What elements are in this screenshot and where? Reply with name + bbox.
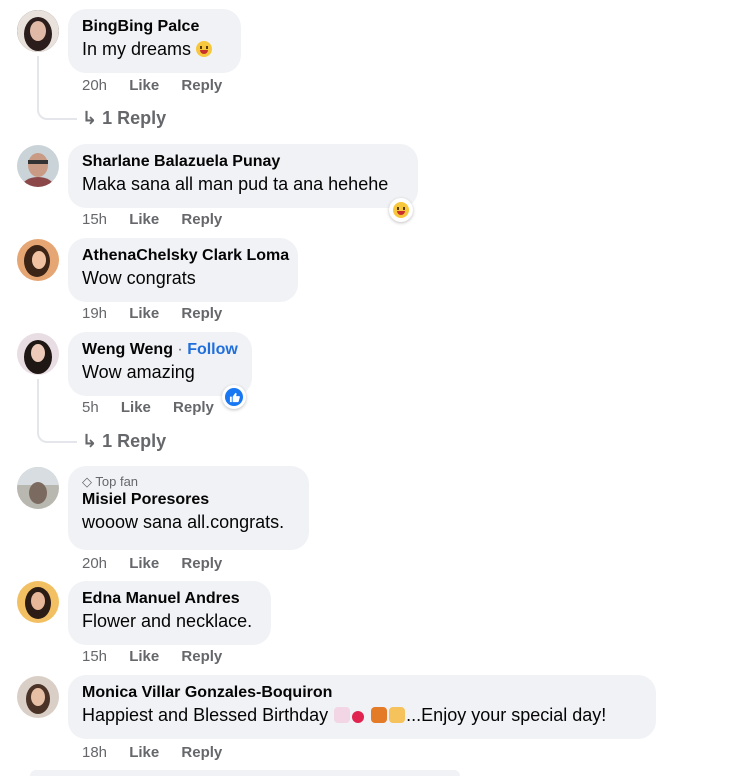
avatar[interactable]	[17, 239, 59, 281]
comment-bubble: AthenaChelsky Clark Loma Wow congrats	[68, 238, 298, 302]
balloon-emoji-icon	[352, 711, 365, 723]
commenter-name[interactable]: BingBing Palce	[82, 17, 227, 37]
comment-bubble: BingBing Palce In my dreams	[68, 9, 241, 73]
like-button[interactable]: Like	[129, 555, 159, 572]
like-button[interactable]: Like	[129, 77, 159, 94]
commenter-name[interactable]: Sharlane Balazuela Punay	[82, 152, 404, 172]
timestamp[interactable]: 15h	[82, 648, 107, 665]
reply-button[interactable]: Reply	[181, 77, 222, 94]
replies-count: 1 Reply	[102, 431, 167, 451]
cake-emoji-icon	[334, 707, 351, 723]
comment-bubble: Monica Villar Gonzales-Boquiron Happiest…	[68, 675, 656, 739]
reply-button[interactable]: Reply	[173, 399, 214, 416]
avatar-image	[17, 581, 59, 623]
avatar-image	[17, 333, 59, 375]
thread-connector	[37, 379, 77, 443]
timestamp[interactable]: 18h	[82, 744, 107, 761]
comment-text-end: ...Enjoy your special day!	[406, 705, 607, 725]
separator-dot: ·	[172, 341, 188, 358]
commenter-name[interactable]: Edna Manuel Andres	[82, 589, 257, 609]
comment-actions: 5h Like Reply	[82, 399, 232, 416]
like-button[interactable]: Like	[121, 399, 151, 416]
laughing-emoji-icon	[196, 41, 213, 57]
comment-bubble: Weng Weng · Follow Wow amazing	[68, 332, 252, 396]
commenter-name[interactable]: Misiel Poresores	[82, 490, 295, 510]
comment-text: Wow amazing	[82, 362, 195, 382]
avatar-image	[17, 676, 59, 718]
comment-text: wooow sana all.congrats.	[82, 512, 285, 532]
commenter-name[interactable]: AthenaChelsky Clark Loma	[82, 246, 289, 266]
timestamp[interactable]: 5h	[82, 399, 99, 416]
comment-bubble: Edna Manuel Andres Flower and necklace.	[68, 581, 271, 645]
thread-connector	[37, 56, 77, 120]
comment-text: Flower and necklace.	[82, 611, 253, 631]
next-comment-partial	[30, 770, 460, 776]
reply-button[interactable]: Reply	[181, 555, 222, 572]
avatar-image	[17, 239, 59, 281]
comment-bubble: ◇ Top fan Misiel Poresores wooow sana al…	[68, 466, 309, 550]
comment-actions: 20h Like Reply	[82, 77, 240, 94]
like-button[interactable]: Like	[129, 648, 159, 665]
follow-button[interactable]: Follow	[187, 341, 238, 358]
timestamp[interactable]: 15h	[82, 211, 107, 228]
avatar[interactable]	[17, 581, 59, 623]
replies-count: 1 Reply	[102, 108, 167, 128]
avatar-image	[17, 145, 59, 187]
comment-text: In my dreams	[82, 39, 192, 59]
comment-actions: 19h Like Reply	[82, 305, 240, 322]
like-button[interactable]: Like	[129, 305, 159, 322]
avatar-image	[17, 467, 59, 509]
party-popper-emoji-icon	[389, 707, 406, 723]
top-fan-badge: Top fan	[95, 474, 139, 489]
comment-actions: 18h Like Reply	[82, 744, 240, 761]
avatar[interactable]	[17, 333, 59, 375]
reply-arrow-icon: ↳	[82, 108, 98, 128]
comment-bubble: Sharlane Balazuela Punay Maka sana all m…	[68, 144, 418, 208]
reply-button[interactable]: Reply	[181, 648, 222, 665]
haha-reaction-icon[interactable]	[389, 198, 413, 222]
comment-text: Maka sana all man pud ta ana hehehe	[82, 174, 389, 194]
reply-button[interactable]: Reply	[181, 744, 222, 761]
avatar[interactable]	[17, 467, 59, 509]
avatar[interactable]	[17, 145, 59, 187]
reply-button[interactable]: Reply	[181, 305, 222, 322]
comment-text: Happiest and Blessed Birthday	[82, 705, 334, 725]
avatar-image	[17, 10, 59, 52]
avatar[interactable]	[17, 10, 59, 52]
reply-button[interactable]: Reply	[181, 211, 222, 228]
like-button[interactable]: Like	[129, 211, 159, 228]
view-replies-link[interactable]: ↳ 1 Reply	[82, 108, 166, 129]
timestamp[interactable]: 20h	[82, 555, 107, 572]
commenter-name[interactable]: Weng Weng	[82, 341, 173, 358]
reply-arrow-icon: ↳	[82, 431, 98, 451]
comment-text: Wow congrats	[82, 268, 196, 288]
comment-actions: 20h Like Reply	[82, 555, 240, 572]
diamond-icon: ◇	[82, 474, 92, 489]
comment-actions: 15h Like Reply	[82, 648, 240, 665]
view-replies-link[interactable]: ↳ 1 Reply	[82, 431, 166, 452]
timestamp[interactable]: 20h	[82, 77, 107, 94]
timestamp[interactable]: 19h	[82, 305, 107, 322]
comment-actions: 15h Like Reply	[82, 211, 240, 228]
avatar[interactable]	[17, 676, 59, 718]
gift-emoji-icon	[371, 707, 388, 723]
commenter-name[interactable]: Monica Villar Gonzales-Boquiron	[82, 683, 642, 703]
like-button[interactable]: Like	[129, 744, 159, 761]
